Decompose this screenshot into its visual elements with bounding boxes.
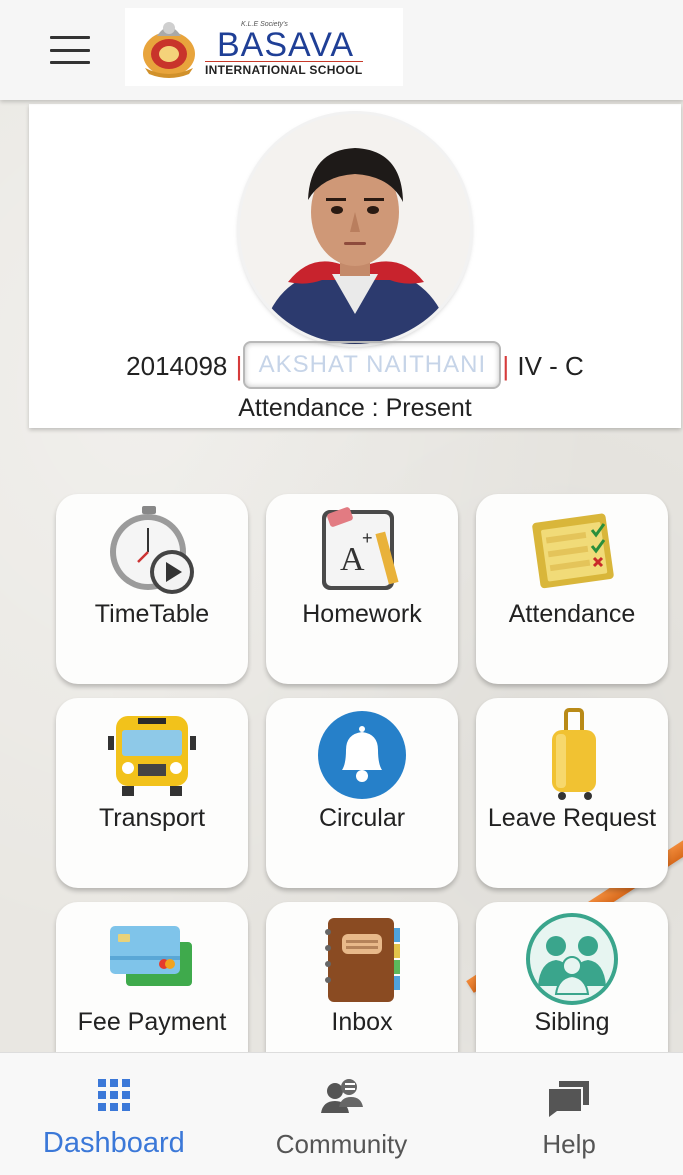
notebook-icon xyxy=(312,912,412,1006)
nav-label: Help xyxy=(542,1129,596,1159)
svg-text:+: + xyxy=(362,528,373,548)
people-chat-icon xyxy=(321,1079,364,1113)
logo-school-name: BASAVA xyxy=(217,26,355,64)
homework-pencil-icon: A + xyxy=(312,504,412,598)
tile-circular[interactable]: Circular xyxy=(266,698,458,888)
separator: | xyxy=(235,350,243,381)
tile-label: TimeTable xyxy=(94,600,210,628)
tile-label: Transport xyxy=(98,804,206,832)
student-profile-card: 2014098 | AKSHAT NAITHANI | IV - C Attenda… xyxy=(29,104,681,428)
stopwatch-play-icon xyxy=(102,504,202,598)
school-bus-icon xyxy=(102,708,202,802)
tile-transport[interactable]: Transport xyxy=(56,698,248,888)
school-emblem-icon xyxy=(143,22,195,78)
logo-school-subtitle: INTERNATIONAL SCHOOL xyxy=(205,61,363,77)
attendance-status: Attendance : Present xyxy=(238,394,472,422)
student-avatar[interactable] xyxy=(240,114,470,344)
tile-label: Fee Payment xyxy=(77,1008,227,1036)
tile-label: Sibling xyxy=(534,1008,610,1036)
tile-timetable[interactable]: TimeTable xyxy=(56,494,248,684)
nav-community[interactable]: Community xyxy=(228,1053,456,1175)
credit-cards-icon xyxy=(102,912,202,1006)
student-info-line: 2014098 | AKSHAT NAITHANI | IV - C xyxy=(29,341,681,389)
tile-label: Homework xyxy=(302,600,422,628)
tile-label: Leave Request xyxy=(487,804,657,832)
logo-society-text: K.L.E Society's xyxy=(241,21,288,28)
nav-dashboard[interactable]: Dashboard xyxy=(0,1053,228,1175)
student-name-field: AKSHAT NAITHANI xyxy=(243,341,502,389)
tile-attendance[interactable]: Attendance xyxy=(476,494,668,684)
dashboard-tiles: TimeTable A + Homework Attendance Transp… xyxy=(56,494,670,1092)
checklist-icon xyxy=(522,504,622,598)
suitcase-icon xyxy=(522,708,622,802)
bottom-navigation: Dashboard Community Help xyxy=(0,1052,683,1175)
tile-homework[interactable]: A + Homework xyxy=(266,494,458,684)
grid-icon xyxy=(97,1079,130,1111)
school-logo: K.L.E Society's BASAVA INTERNATIONAL SCH… xyxy=(125,8,403,86)
nav-help[interactable]: Help xyxy=(455,1053,683,1175)
family-icon xyxy=(522,912,622,1006)
hamburger-menu-icon[interactable] xyxy=(50,36,90,64)
tile-label: Attendance xyxy=(508,600,636,628)
student-photo-icon xyxy=(240,114,470,344)
bell-icon xyxy=(312,708,412,802)
nav-label: Community xyxy=(275,1129,408,1159)
app-header: K.L.E Society's BASAVA INTERNATIONAL SCH… xyxy=(0,0,683,100)
tile-label: Inbox xyxy=(331,1008,393,1036)
tile-leave-request[interactable]: Leave Request xyxy=(476,698,668,888)
student-class: IV - C xyxy=(517,350,584,381)
chat-bubbles-icon xyxy=(549,1081,590,1117)
student-id: 2014098 xyxy=(126,350,228,381)
nav-label: Dashboard xyxy=(42,1127,185,1159)
separator: | xyxy=(502,350,510,381)
tile-label: Circular xyxy=(318,804,406,832)
